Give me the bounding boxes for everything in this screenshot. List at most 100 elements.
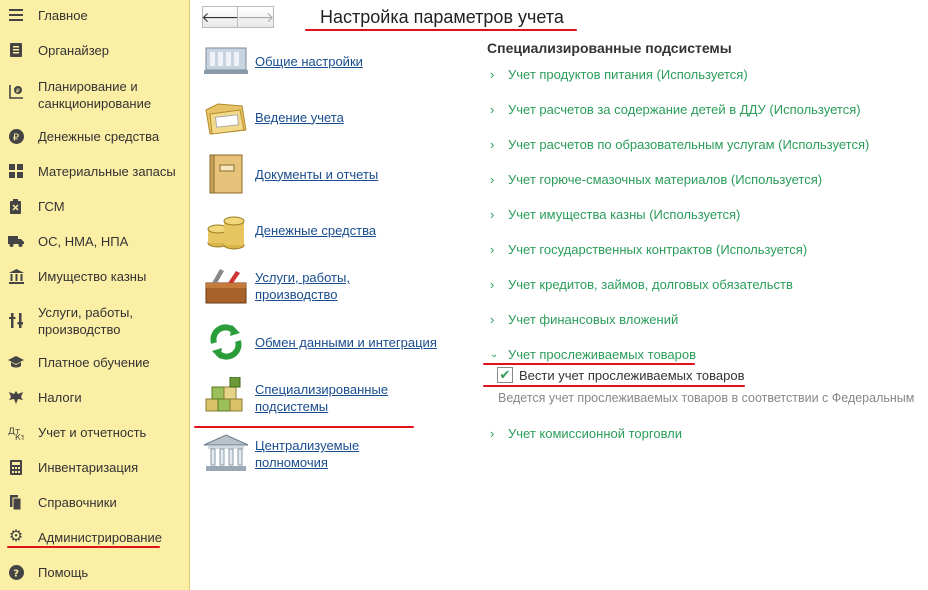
forward-button[interactable]: 🡒 xyxy=(236,6,275,28)
category-centralized[interactable]: Централизуемые полномочия xyxy=(202,433,462,475)
sidebar-item-materials[interactable]: Материальные запасы xyxy=(0,162,190,180)
sidebar-item-money[interactable]: ₽ Денежные средства xyxy=(0,127,190,145)
sidebar-item-references[interactable]: Справочники xyxy=(0,493,190,511)
chevron-right-icon: › xyxy=(490,172,495,187)
sidebar-item-main[interactable]: Главное xyxy=(0,6,190,24)
toolbox-icon xyxy=(202,265,250,307)
svg-text:₽: ₽ xyxy=(16,88,20,95)
planning-icon: ₽ xyxy=(8,84,24,100)
traceable-goods-checkbox[interactable]: ✔ xyxy=(497,367,513,383)
chevron-right-icon: › xyxy=(490,426,495,441)
chevron-right-icon: › xyxy=(490,312,495,327)
subsystem-item[interactable]: › Учет государственных контрактов (Испол… xyxy=(490,242,807,257)
traceable-goods-checkbox-row[interactable]: ✔ Вести учет прослеживаемых товаров xyxy=(497,367,745,383)
graduation-icon xyxy=(8,354,24,370)
ruble-icon: ₽ xyxy=(8,128,24,144)
category-general-settings[interactable]: Общие настройки xyxy=(202,40,462,82)
help-icon: ? xyxy=(8,564,24,580)
sidebar-item-planning[interactable]: ₽ Планирование и санкционирование xyxy=(0,76,190,112)
sidebar-item-label: Планирование и санкционирование xyxy=(38,79,152,111)
sidebar-item-accounting[interactable]: Дт Кт Учет и отчетность xyxy=(0,423,190,441)
fuel-icon xyxy=(8,198,24,214)
tools-icon xyxy=(8,312,24,328)
sidebar-item-taxes[interactable]: Налоги xyxy=(0,388,190,406)
category-link[interactable]: Денежные средства xyxy=(255,222,376,239)
sidebar-item-label: ОС, НМА, НПА xyxy=(38,233,129,249)
category-link[interactable]: Специализированные подсистемы xyxy=(255,381,405,415)
arrow-right-icon: 🡒 xyxy=(236,8,275,25)
chevron-right-icon: › xyxy=(490,242,495,257)
sidebar-item-label: Платное обучение xyxy=(38,354,150,370)
subsystem-item-expanded[interactable]: ⌄ Учет прослеживаемых товаров xyxy=(490,347,696,362)
arrow-left-icon: 🡐 xyxy=(201,8,239,25)
sidebar-item-label: Органайзер xyxy=(38,42,109,58)
subsystem-item[interactable]: › Учет горюче-смазочных материалов (Испо… xyxy=(490,172,822,187)
sidebar-item-organizer[interactable]: Органайзер xyxy=(0,41,190,59)
book-icon xyxy=(8,494,24,510)
category-link[interactable]: Общие настройки xyxy=(255,53,363,70)
chevron-right-icon: › xyxy=(490,207,495,222)
sidebar-item-label: Налоги xyxy=(38,389,82,405)
organizer-icon xyxy=(8,42,24,58)
truck-icon xyxy=(8,233,24,249)
gear-icon: ⚙ xyxy=(8,528,24,545)
emblem-icon xyxy=(8,389,24,405)
subsystem-item[interactable]: › Учет финансовых вложений xyxy=(490,312,678,327)
page-title: Настройка параметров учета xyxy=(320,7,564,27)
sidebar-item-education[interactable]: Платное обучение xyxy=(0,353,190,371)
subsystem-item[interactable]: › Учет комиссионной торговли xyxy=(490,426,682,441)
sidebar-item-label: Услуги, работы, производство xyxy=(38,305,133,337)
chevron-right-icon: › xyxy=(490,137,495,152)
sidebar-item-label: Главное xyxy=(38,7,88,23)
sidebar: Главное Органайзер ₽ Планирование и санк… xyxy=(0,0,190,590)
subsystem-item[interactable]: › Учет имущества казны (Используется) xyxy=(490,207,740,222)
sidebar-item-assets[interactable]: ОС, НМА, НПА xyxy=(0,232,190,250)
svg-text:Кт: Кт xyxy=(15,433,24,440)
sidebar-item-fuel[interactable]: ГСМ xyxy=(0,197,190,215)
sidebar-item-treasury[interactable]: Имущество казны xyxy=(0,267,190,285)
chevron-right-icon: › xyxy=(490,277,495,292)
category-link[interactable]: Услуги, работы, производство xyxy=(255,269,405,303)
category-link[interactable]: Ведение учета xyxy=(255,109,344,126)
sidebar-item-label: Администрирование xyxy=(38,529,162,545)
category-accounting[interactable]: Ведение учета xyxy=(202,96,462,138)
highlight-underline xyxy=(305,29,577,31)
cubes-icon xyxy=(202,376,250,419)
sidebar-item-label: Справочники xyxy=(38,494,117,510)
category-link[interactable]: Обмен данными и интеграция xyxy=(255,334,437,351)
subsystem-item[interactable]: › Учет расчетов за содержание детей в ДД… xyxy=(490,102,861,117)
chevron-right-icon: › xyxy=(490,102,495,117)
coins-icon xyxy=(202,209,250,251)
checkbox-label: Вести учет прослеживаемых товаров xyxy=(519,367,745,383)
calculator-icon xyxy=(8,459,24,475)
subsystem-item[interactable]: › Учет расчетов по образовательным услуг… xyxy=(490,137,869,152)
category-services[interactable]: Услуги, работы, производство xyxy=(202,265,462,307)
binder-icon xyxy=(202,153,250,195)
sidebar-item-services[interactable]: Услуги, работы, производство xyxy=(0,302,190,338)
menu-icon xyxy=(8,7,24,23)
sidebar-item-administration[interactable]: ⚙ Администрирование xyxy=(0,528,190,546)
bank-icon xyxy=(8,268,24,284)
category-money[interactable]: Денежные средства xyxy=(202,209,462,251)
folder-icon xyxy=(202,96,250,138)
sidebar-item-label: Материальные запасы xyxy=(38,163,176,179)
sync-icon xyxy=(202,321,250,363)
category-link[interactable]: Документы и отчеты xyxy=(255,166,378,183)
category-exchange[interactable]: Обмен данными и интеграция xyxy=(202,321,462,363)
settings-building-icon xyxy=(202,40,250,82)
section-title: Специализированные подсистемы xyxy=(487,40,732,56)
hint-text: Ведется учет прослеживаемых товаров в со… xyxy=(498,391,915,405)
svg-text:?: ? xyxy=(13,568,19,579)
sidebar-item-help[interactable]: ? Помощь xyxy=(0,563,190,581)
subsystem-item[interactable]: › Учет кредитов, займов, долговых обязат… xyxy=(490,277,793,292)
highlight-underline xyxy=(483,385,745,387)
institution-icon xyxy=(202,433,250,475)
svg-text:₽: ₽ xyxy=(12,132,19,143)
category-documents[interactable]: Документы и отчеты xyxy=(202,153,462,195)
sidebar-item-inventory[interactable]: Инвентаризация xyxy=(0,458,190,476)
category-specialized[interactable]: Специализированные подсистемы xyxy=(202,376,462,419)
category-link[interactable]: Централизуемые полномочия xyxy=(255,437,405,471)
sidebar-item-label: Имущество казны xyxy=(38,268,147,284)
subsystem-item[interactable]: › Учет продуктов питания (Используется) xyxy=(490,67,748,82)
back-button[interactable]: 🡐 xyxy=(201,6,239,28)
